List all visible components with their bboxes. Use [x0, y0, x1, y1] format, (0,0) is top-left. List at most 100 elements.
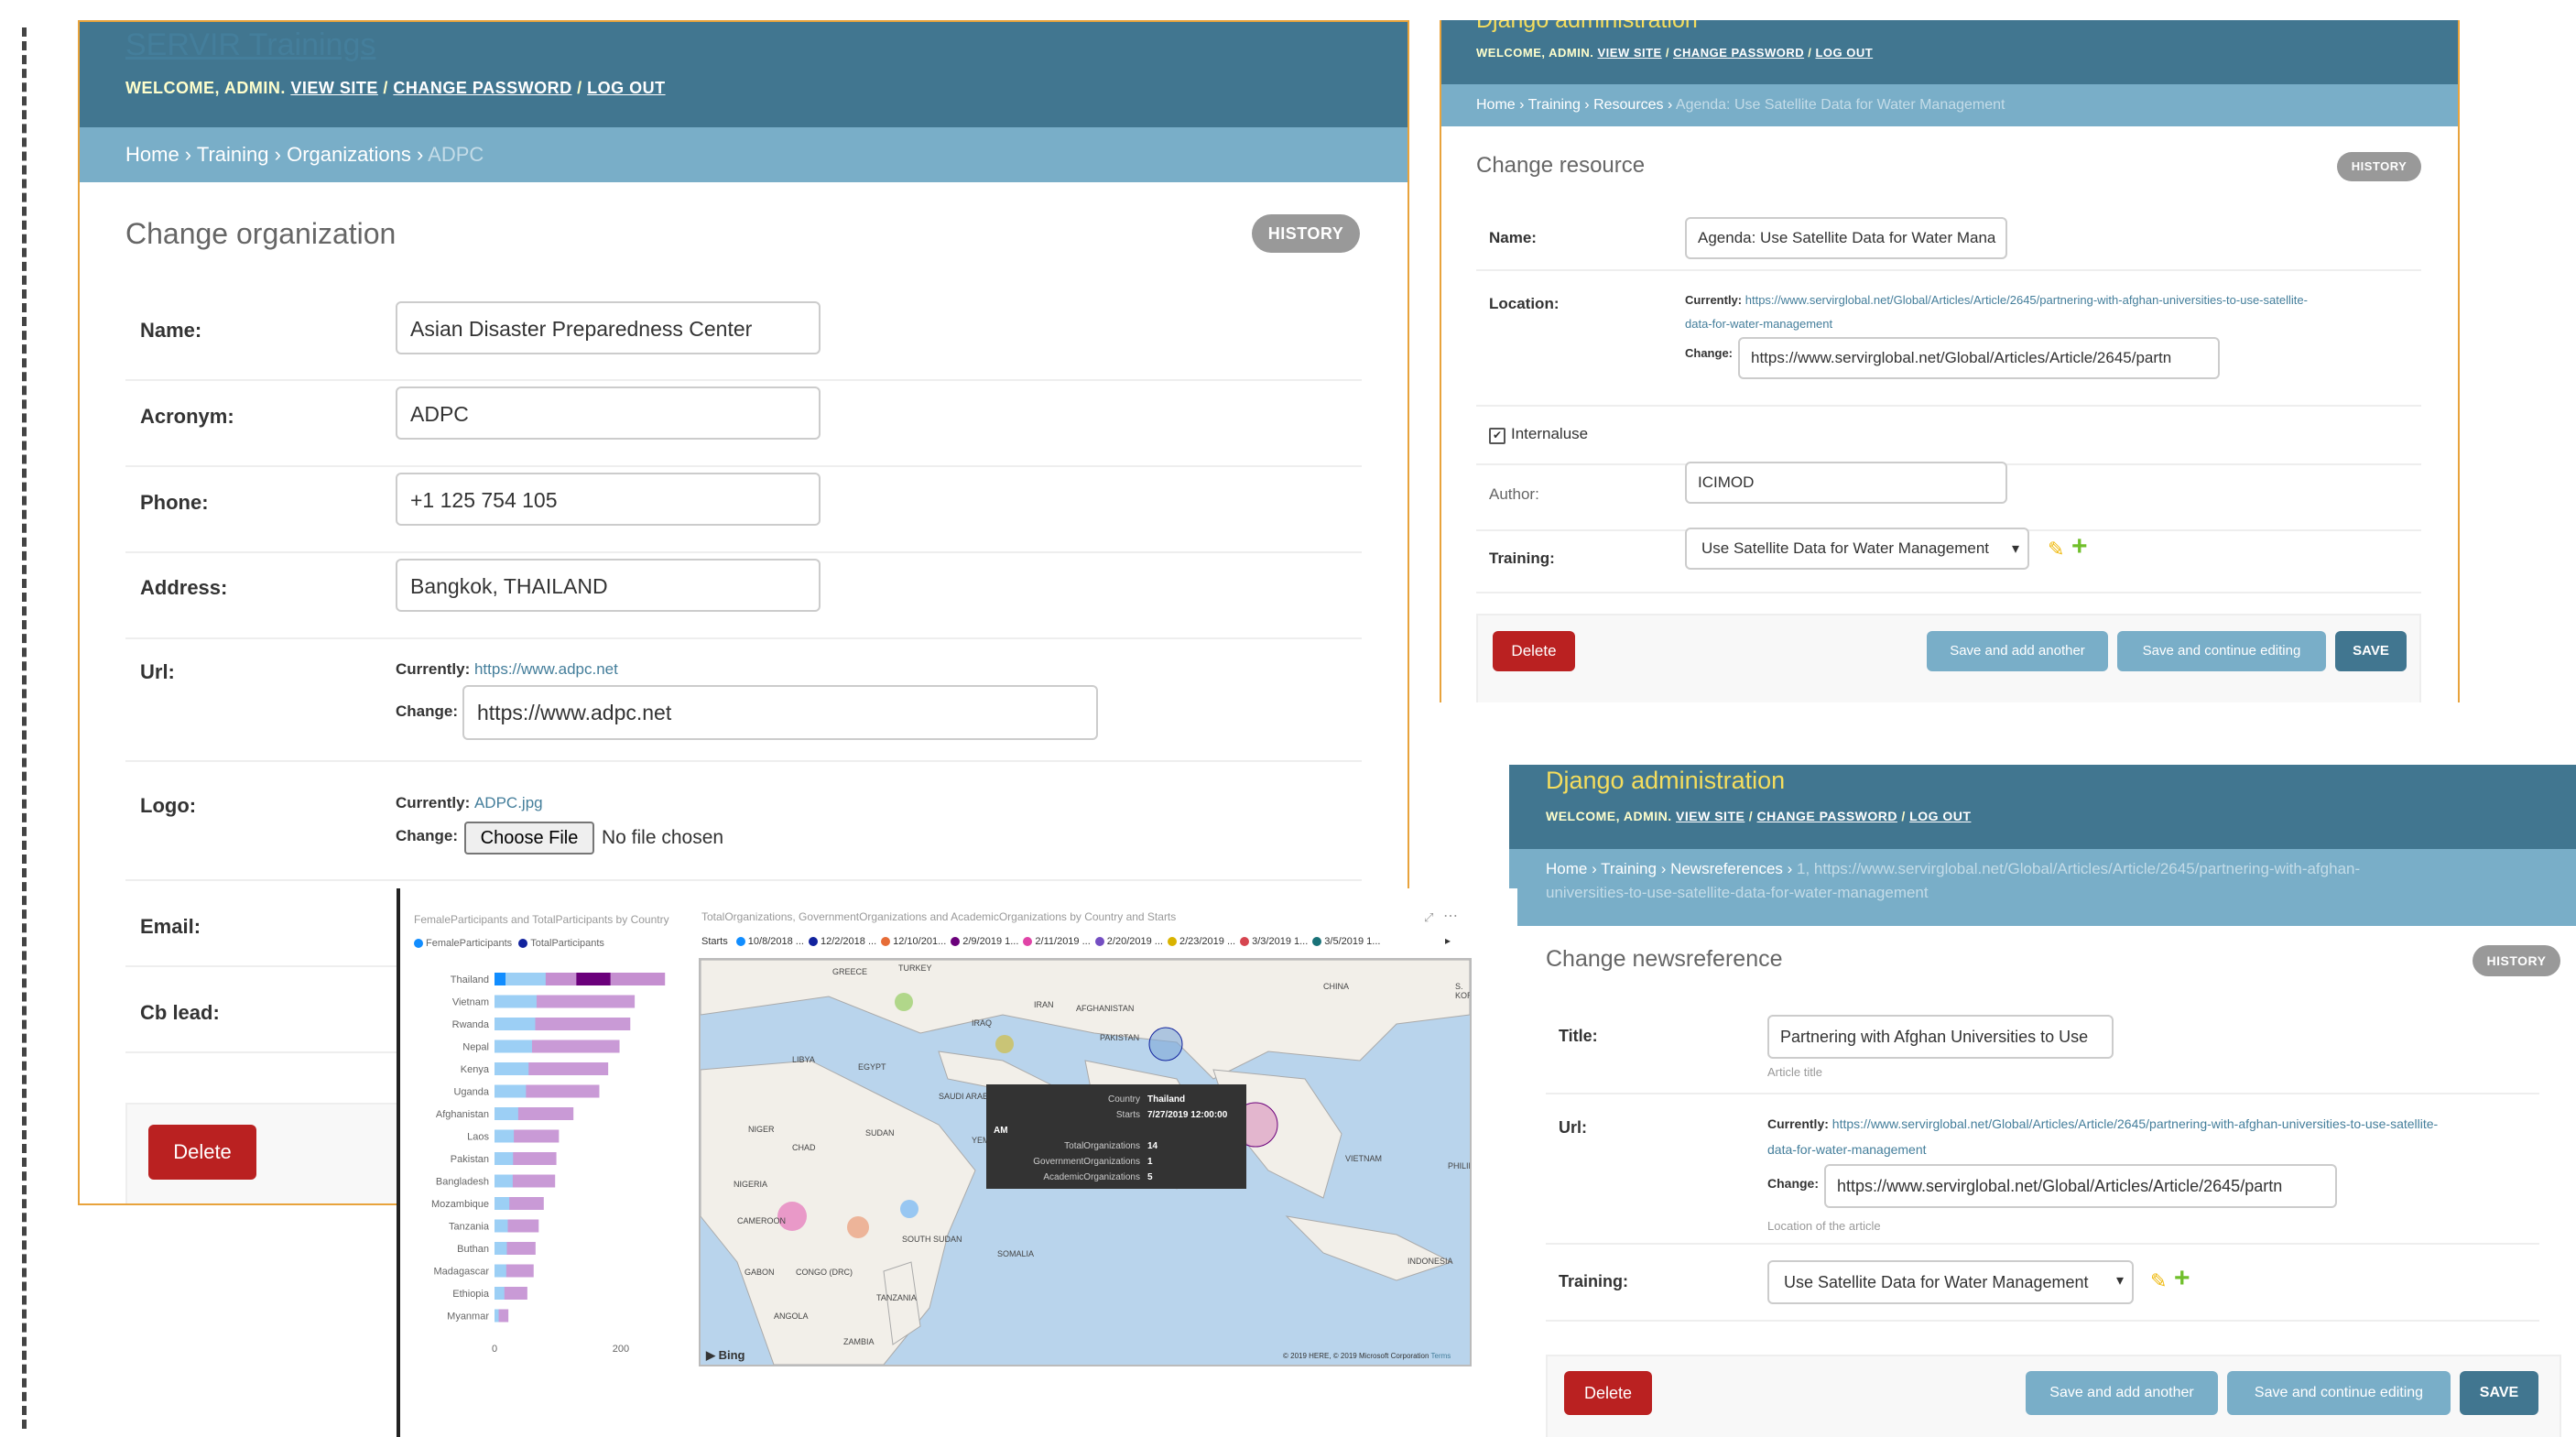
url-label: Url:: [140, 660, 175, 683]
breadcrumb-resources[interactable]: Resources: [1593, 97, 1663, 113]
view-site-link[interactable]: VIEW SITE: [290, 79, 378, 97]
map-terms-link[interactable]: Terms: [1431, 1352, 1451, 1360]
bar-category-label: Afghanistan: [436, 1109, 489, 1120]
log-out-link[interactable]: LOG OUT: [587, 79, 666, 97]
title-input[interactable]: Partnering with Afghan Universities to U…: [1767, 1015, 2114, 1059]
starts-legend-item[interactable]: 2/20/2019 ...: [1094, 936, 1163, 947]
starts-legend-item[interactable]: 10/8/2018 ...: [735, 936, 804, 947]
bar-female-participants[interactable]: [495, 1197, 510, 1210]
breadcrumb-home[interactable]: Home: [125, 143, 179, 166]
map-country-label: GREECE: [832, 967, 868, 976]
form-row-internaluse: [1476, 407, 2421, 465]
location-input[interactable]: https://www.servirglobal.net/Global/Arti…: [1738, 337, 2220, 379]
internaluse-checkbox[interactable]: ✔: [1489, 428, 1505, 444]
starts-legend-item[interactable]: 12/10/201...: [881, 936, 946, 947]
bar-female-participants[interactable]: [495, 1174, 513, 1188]
save-and-add-another-button[interactable]: Save and add another: [2026, 1371, 2218, 1415]
log-out-link[interactable]: LOG OUT: [1909, 809, 1971, 823]
bar-category-label: Laos: [467, 1132, 489, 1143]
edit-pencil-icon[interactable]: ✎: [2150, 1269, 2167, 1293]
location-current-link-cont[interactable]: data-for-water-management: [1685, 317, 1832, 331]
bar-female-participants[interactable]: [495, 1309, 499, 1323]
breadcrumb-newsreferences[interactable]: Newsreferences: [1670, 860, 1783, 877]
site-brand[interactable]: SERVIR Trainings: [125, 27, 375, 63]
change-password-link[interactable]: CHANGE PASSWORD: [393, 79, 571, 97]
bar-female-participants[interactable]: [495, 1242, 507, 1255]
bar-female-participants[interactable]: [495, 1062, 529, 1075]
add-plus-icon[interactable]: +: [2071, 531, 2088, 562]
breadcrumb-training[interactable]: Training: [1601, 860, 1657, 877]
starts-legend-item[interactable]: 2/23/2019 ...: [1167, 936, 1235, 947]
bar-female-participants[interactable]: [495, 1219, 508, 1233]
starts-legend-item[interactable]: 3/3/2019 1...: [1240, 936, 1308, 947]
bar-female-participants[interactable]: [495, 1018, 536, 1030]
more-options-icon[interactable]: ⋯: [1443, 907, 1458, 925]
save-button[interactable]: SAVE: [2460, 1371, 2538, 1415]
url-current-link[interactable]: https://www.servirglobal.net/Global/Arti…: [1832, 1116, 2438, 1131]
bar-category-label: Thailand: [451, 974, 489, 985]
bar-female-participants[interactable]: [495, 1287, 505, 1300]
save-and-add-another-button[interactable]: Save and add another: [1927, 631, 2108, 671]
breadcrumb-home[interactable]: Home: [1476, 97, 1516, 113]
log-out-link[interactable]: LOG OUT: [1815, 46, 1873, 60]
phone-input[interactable]: +1 125 754 105: [396, 473, 821, 526]
breadcrumb-organizations[interactable]: Organizations: [287, 143, 411, 166]
starts-legend-item[interactable]: 2/9/2019 1...: [951, 936, 1018, 947]
bar-female-participants[interactable]: [495, 1129, 515, 1143]
bar-female-participants[interactable]: [495, 1152, 514, 1165]
starts-legend-item[interactable]: 12/2/2018 ...: [808, 936, 876, 947]
breadcrumb-home[interactable]: Home: [1546, 860, 1587, 877]
delete-button[interactable]: Delete: [148, 1125, 256, 1180]
bar-female-participants[interactable]: [495, 1084, 527, 1098]
history-button[interactable]: HISTORY: [2337, 152, 2421, 181]
map-country-label: SOUTH SUDAN: [902, 1235, 962, 1244]
add-plus-icon[interactable]: +: [2174, 1263, 2190, 1294]
focus-mode-icon[interactable]: ⤢: [1424, 910, 1433, 925]
acronym-input[interactable]: ADPC: [396, 386, 821, 440]
training-select[interactable]: Use Satellite Data for Water Management: [1767, 1260, 2134, 1304]
map-country-label: PAKISTAN: [1100, 1033, 1140, 1042]
breadcrumb-training[interactable]: Training: [1528, 97, 1581, 113]
bing-logo: ▶ Bing: [706, 1348, 745, 1362]
legend-next-icon[interactable]: ▸: [1445, 934, 1451, 947]
view-site-link[interactable]: VIEW SITE: [1597, 46, 1661, 60]
save-and-continue-button[interactable]: Save and continue editing: [2227, 1371, 2451, 1415]
url-current-link-cont[interactable]: data-for-water-management: [1767, 1142, 1927, 1157]
starts-legend-item[interactable]: 2/11/2019 ...: [1023, 936, 1091, 947]
edit-pencil-icon[interactable]: ✎: [2048, 538, 2064, 561]
email-label: Email:: [140, 915, 201, 938]
delete-button[interactable]: Delete: [1564, 1371, 1652, 1415]
map-country-label: LIBYA: [792, 1055, 815, 1064]
change-password-link[interactable]: CHANGE PASSWORD: [1673, 46, 1804, 60]
delete-button[interactable]: Delete: [1493, 631, 1575, 671]
bar-category-label: Buthan: [457, 1244, 489, 1255]
name-input[interactable]: Asian Disaster Preparedness Center: [396, 301, 821, 354]
map-country-label: TANZANIA: [876, 1293, 917, 1302]
url-input[interactable]: https://www.adpc.net: [462, 685, 1098, 740]
training-select[interactable]: Use Satellite Data for Water Management: [1685, 528, 2029, 570]
newsreference-admin-panel: Django administration WELCOME, ADMIN. VI…: [1509, 765, 2576, 1437]
choose-file-button[interactable]: Choose File: [464, 822, 594, 855]
logo-current-link[interactable]: ADPC.jpg: [474, 794, 543, 811]
bar-female-participants[interactable]: [495, 1040, 532, 1053]
starts-legend-item[interactable]: 3/5/2019 1...: [1312, 936, 1380, 947]
url-current-link[interactable]: https://www.adpc.net: [474, 660, 618, 678]
save-button[interactable]: SAVE: [2335, 631, 2407, 671]
bar-category-label: Bangladesh: [436, 1177, 489, 1188]
view-site-link[interactable]: VIEW SITE: [1676, 809, 1745, 823]
name-input[interactable]: Agenda: Use Satellite Data for Water Man…: [1685, 217, 2007, 259]
bar-female-participants[interactable]: [495, 995, 537, 1008]
history-button[interactable]: HISTORY: [2473, 945, 2560, 976]
location-current-link[interactable]: https://www.servirglobal.net/Global/Arti…: [1745, 293, 2308, 307]
bar-category-label: Ethiopia: [452, 1289, 490, 1300]
bing-map[interactable]: CHINAINDIAIRANPAKISTANAFGHANISTANIRAQTUR…: [699, 958, 1472, 1366]
change-password-link[interactable]: CHANGE PASSWORD: [1757, 809, 1897, 823]
address-input[interactable]: Bangkok, THAILAND: [396, 559, 821, 612]
history-button[interactable]: HISTORY: [1252, 214, 1360, 253]
url-input[interactable]: https://www.servirglobal.net/Global/Arti…: [1824, 1164, 2337, 1208]
bar-female-participants[interactable]: [495, 1107, 518, 1120]
save-and-continue-button[interactable]: Save and continue editing: [2117, 631, 2326, 671]
bar-female-participants[interactable]: [495, 1264, 506, 1278]
author-input[interactable]: ICIMOD: [1685, 462, 2007, 504]
breadcrumb-training[interactable]: Training: [197, 143, 269, 166]
